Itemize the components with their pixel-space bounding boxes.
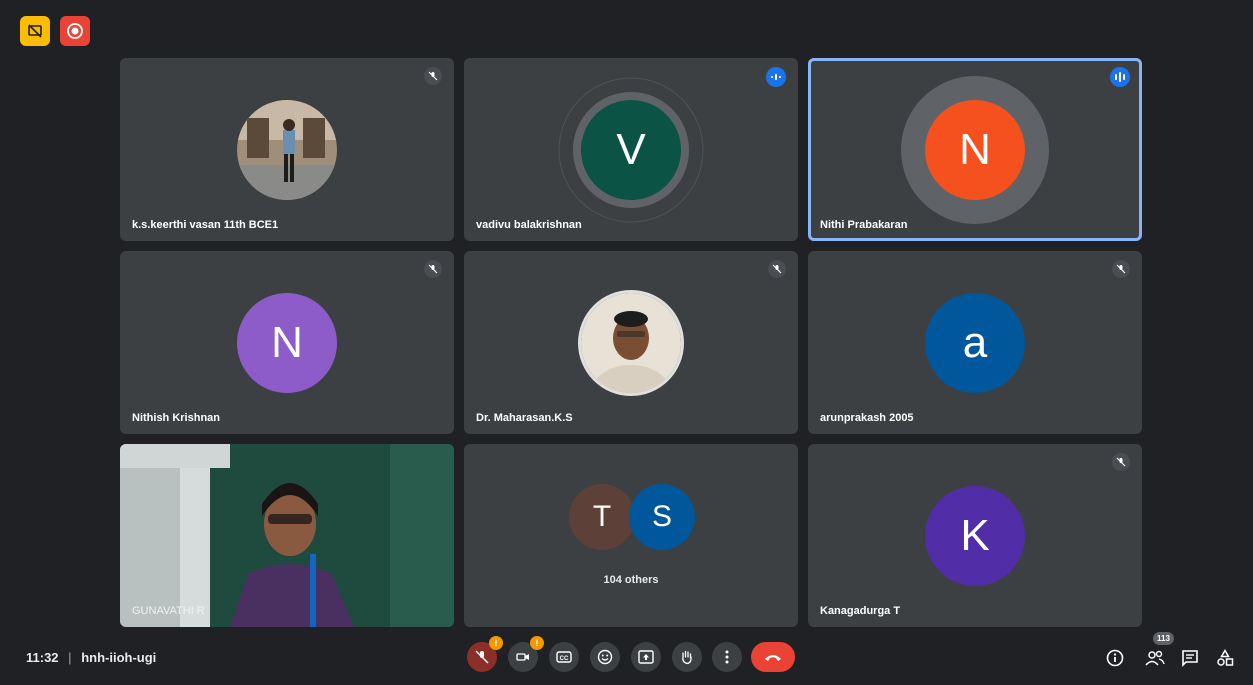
participant-name: Nithish Krishnan — [132, 412, 221, 424]
mic-off-icon — [424, 67, 442, 85]
avatar-initial: N — [271, 318, 303, 367]
mic-off-icon — [768, 260, 786, 278]
camera-toggle-button[interactable]: ! — [508, 636, 544, 672]
participant-tile[interactable]: a arunprakash 2005 — [808, 251, 1142, 434]
speaking-indicator-icon — [1110, 67, 1130, 87]
bottom-control-bar: 11:32 | hnh-iioh-ugi ! ! CC 113 — [0, 628, 1253, 685]
avatar: N — [237, 293, 337, 393]
participant-name: k.s.keerthi vasan 11th BCE1 — [132, 219, 279, 231]
present-off-badge[interactable] — [20, 16, 50, 46]
chat-icon — [1182, 650, 1198, 667]
meeting-info: 11:32 | hnh-iioh-ugi — [26, 650, 156, 665]
more-vert-icon — [725, 650, 729, 664]
participant-video-tile[interactable]: GUNAVATHI R — [120, 444, 454, 627]
video-feed — [120, 444, 454, 627]
avatar: N — [925, 100, 1025, 200]
info-icon — [1106, 649, 1124, 667]
avatar: V — [581, 100, 681, 200]
participant-photo — [581, 293, 681, 393]
avatar-initial: V — [616, 125, 646, 174]
clock-time: 11:32 — [26, 650, 59, 665]
mic-off-icon — [475, 650, 489, 664]
avatar-initial: a — [962, 318, 988, 367]
participant-photo — [237, 100, 337, 200]
participant-tile[interactable]: N Nithish Krishnan — [120, 251, 454, 434]
recording-icon — [67, 23, 83, 39]
recording-badge[interactable] — [60, 16, 90, 46]
others-count-label: 104 others — [603, 574, 659, 586]
meeting-code: hnh-iioh-ugi — [81, 650, 157, 665]
meeting-details-button[interactable] — [1103, 646, 1127, 670]
avatar-initial: K — [960, 511, 990, 560]
avatar: K — [925, 486, 1025, 586]
closed-captions-icon: CC — [556, 651, 572, 663]
participant-name: GUNAVATHI R — [132, 605, 205, 617]
activities-button[interactable] — [1213, 646, 1237, 670]
chat-button[interactable] — [1178, 646, 1202, 670]
present-to-all-off-icon — [28, 24, 42, 38]
participant-tile-active[interactable]: N Nithi Prabakaran — [808, 58, 1142, 241]
activities-icon — [1217, 649, 1234, 666]
avatar: S — [629, 484, 695, 550]
present-to-all-icon — [638, 650, 654, 664]
raise-hand-button[interactable] — [672, 642, 702, 672]
participant-tile[interactable]: V vadivu balakrishnan — [464, 58, 798, 241]
people-button[interactable]: 113 — [1143, 632, 1174, 670]
mic-off-icon — [1112, 453, 1130, 471]
captions-button[interactable]: CC — [549, 642, 579, 672]
avatar: a — [925, 293, 1025, 393]
participant-tile[interactable]: K Kanagadurga T — [808, 444, 1142, 627]
warning-badge: ! — [489, 636, 503, 650]
others-tile[interactable]: T S 104 others — [464, 444, 798, 627]
camera-off-icon — [516, 653, 529, 661]
participant-tile[interactable]: Dr. Maharasan.K.S — [464, 251, 798, 434]
participants-count-badge: 113 — [1153, 632, 1174, 645]
speaking-indicator-icon — [766, 67, 786, 87]
participant-name: Kanagadurga T — [820, 605, 901, 617]
participant-name: vadivu balakrishnan — [476, 219, 582, 231]
reactions-button[interactable] — [590, 642, 620, 672]
mic-toggle-button[interactable]: ! — [467, 636, 503, 672]
present-screen-button[interactable] — [631, 642, 661, 672]
avatar-initial: T — [592, 500, 612, 533]
raise-hand-icon — [682, 650, 692, 665]
call-end-icon — [765, 655, 781, 661]
mic-off-icon — [1112, 260, 1130, 278]
participant-name: Dr. Maharasan.K.S — [476, 412, 573, 424]
participant-tile[interactable]: k.s.keerthi vasan 11th BCE1 — [120, 58, 454, 241]
avatar: T — [569, 484, 635, 550]
mic-off-icon — [424, 260, 442, 278]
avatar-initial: S — [651, 500, 672, 533]
participant-name: Nithi Prabakaran — [820, 219, 908, 231]
more-options-button[interactable] — [712, 642, 742, 672]
participant-name: arunprakash 2005 — [820, 412, 914, 424]
svg-text:CC: CC — [560, 656, 569, 662]
people-icon — [1145, 650, 1165, 666]
warning-badge: ! — [530, 636, 544, 650]
avatar-initial: N — [959, 125, 991, 174]
leave-call-button[interactable] — [751, 642, 795, 672]
separator: | — [68, 650, 72, 665]
emoji-icon — [597, 649, 613, 665]
